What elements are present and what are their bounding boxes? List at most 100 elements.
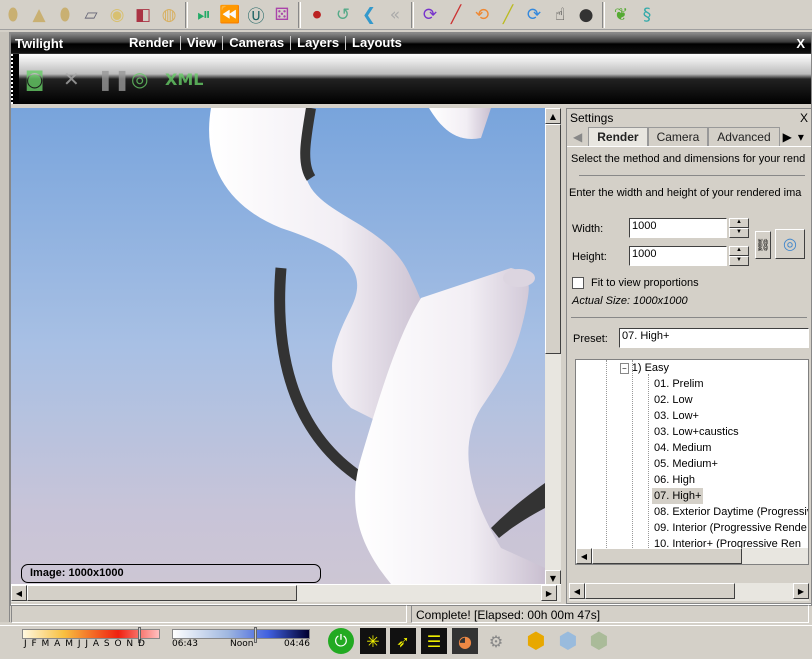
height-spinner[interactable]: ▲ ▼: [729, 246, 749, 266]
gear-icon[interactable]: ⚙: [483, 628, 509, 654]
menu-render[interactable]: Render: [123, 36, 181, 50]
line-icon[interactable]: ╱: [443, 2, 469, 28]
preset-tree: − 1) Easy 01. Prelim 02. Low 03. Low+ 03. L…: [575, 359, 809, 565]
pencil-icon[interactable]: ╱: [495, 2, 521, 28]
tab-scroll-right-icon[interactable]: ▶: [780, 128, 795, 146]
render-icon[interactable]: ⚄: [269, 2, 295, 28]
tab-scroll-left-icon[interactable]: ◀: [567, 128, 588, 146]
circle-icon[interactable]: ●: [573, 2, 599, 28]
viewport-horizontal-scrollbar[interactable]: ◀ ▶: [11, 584, 561, 602]
preset-tree-item[interactable]: 08. Exterior Daytime (Progressive: [652, 504, 808, 520]
plane-icon[interactable]: ▱: [78, 2, 104, 28]
preset-label: Preset:: [573, 333, 608, 345]
preset-input[interactable]: 07. High+: [619, 328, 809, 348]
tree-horizontal-scrollbar[interactable]: ◀: [576, 548, 808, 564]
preset-tree-item[interactable]: 04. Medium: [652, 440, 713, 456]
view-yellow-icon[interactable]: ⬢: [523, 628, 549, 654]
cone-icon[interactable]: ▲: [26, 2, 52, 28]
fit-proportions-label: Fit to view proportions: [591, 277, 699, 289]
preset-tree-item[interactable]: 03. Low+: [652, 408, 701, 424]
status-text: Complete! [Elapsed: 00h 00m 47s]: [411, 605, 809, 623]
menu-layouts[interactable]: Layouts: [346, 36, 408, 50]
power-icon[interactable]: ⏻: [328, 628, 354, 654]
preset-tree-item[interactable]: 03. Low+caustics: [652, 424, 741, 440]
sphere-icon[interactable]: ◍: [156, 2, 182, 28]
rewind-icon[interactable]: ⏪: [217, 2, 243, 28]
width-input[interactable]: 1000: [629, 218, 727, 238]
preset-tree-item[interactable]: 02. Low: [652, 392, 695, 408]
align-light-icon[interactable]: ☰: [421, 628, 447, 654]
time-start: 06:43: [172, 639, 198, 649]
settings-panel: Settings X ◀ Render Camera Advanced ▶ ▾ S…: [566, 108, 812, 604]
cube-icon[interactable]: ◧: [130, 2, 156, 28]
settings-horizontal-scrollbar[interactable]: ◀ ▶: [569, 583, 809, 601]
preset-tree-item[interactable]: 05. Medium+: [652, 456, 720, 472]
height-label: Height:: [572, 251, 607, 263]
camera-icon[interactable]: ◙: [25, 67, 44, 91]
refresh-icon[interactable]: ⟳: [521, 2, 547, 28]
rotate-icon[interactable]: ⟳: [417, 2, 443, 28]
time-slider[interactable]: [172, 629, 310, 639]
settings-tabs: ◀ Render Camera Advanced ▶ ▾: [567, 127, 811, 147]
plant-icon[interactable]: ❦: [608, 2, 634, 28]
xml-button[interactable]: XML: [165, 70, 203, 89]
time-end: 04:46: [284, 639, 310, 649]
tab-advanced[interactable]: Advanced: [708, 127, 780, 146]
main-toolbar: ⬮ ▲ ⬮ ▱ ◉ ◧ ◍ ⏯ ⏪ Ⓤ ⚄ ⏺ ↺ ❮ «⟳ ╱ ⟲ ╱ ⟳ ☝ ● ❦ §: [0, 0, 812, 30]
grip-handle[interactable]: [11, 54, 19, 104]
zoom-fit-icon[interactable]: ◎: [775, 229, 805, 259]
menu-layers[interactable]: Layers: [291, 36, 347, 50]
capsule-icon[interactable]: ⬮: [52, 2, 78, 28]
dimensions-description: Enter the width and height of your rende…: [569, 187, 802, 199]
hand-icon[interactable]: ☝: [547, 2, 573, 28]
height-input[interactable]: 1000: [629, 246, 727, 266]
left-strip: [0, 32, 10, 622]
menu-cameras[interactable]: Cameras: [223, 36, 292, 50]
window-title: Twilight: [15, 35, 64, 51]
tree-group-easy[interactable]: − 1) Easy: [620, 362, 669, 374]
viewport-vertical-scrollbar[interactable]: ▲ ▼: [545, 108, 561, 586]
menu-view[interactable]: View: [181, 36, 224, 50]
record-icon[interactable]: ⏺: [304, 2, 330, 28]
link-dimensions-icon[interactable]: ⛓: [755, 231, 771, 259]
undo-icon[interactable]: ↺: [330, 2, 356, 28]
cancel-icon[interactable]: ✕: [63, 67, 80, 91]
icon-bar: ◙ ✕ ❚❚ ◎ XML: [11, 53, 811, 104]
view-green-icon[interactable]: ⬢: [586, 628, 612, 654]
method-description: Select the method and dimensions for you…: [571, 153, 806, 165]
play-pause-icon[interactable]: ⏯: [191, 2, 217, 28]
tab-render[interactable]: Render: [588, 127, 648, 146]
color-picker-icon[interactable]: ◕: [452, 628, 478, 654]
close-button[interactable]: X: [796, 36, 811, 51]
settings-title: Settings: [570, 111, 614, 125]
month-labels: J F M A M J J A S O N D: [24, 639, 146, 649]
tab-camera[interactable]: Camera: [647, 127, 709, 146]
light-icon[interactable]: ✳: [360, 628, 386, 654]
preset-tree-item[interactable]: 07. High+: [652, 488, 704, 504]
time-mid: Noon: [230, 639, 254, 649]
view-blue-icon[interactable]: ⬢: [555, 628, 581, 654]
ui-icon[interactable]: Ⓤ: [243, 2, 269, 28]
tool-icon[interactable]: §: [634, 2, 660, 28]
settings-close-button[interactable]: X: [800, 111, 808, 125]
torus-icon[interactable]: ◉: [104, 2, 130, 28]
width-spinner[interactable]: ▲ ▼: [729, 218, 749, 238]
preset-tree-item[interactable]: 09. Interior (Progressive Rende: [652, 520, 808, 536]
fit-proportions-checkbox[interactable]: [572, 277, 584, 289]
rendered-image: [209, 108, 545, 584]
twilight-window: Twilight Render View Cameras Layers Layo…: [10, 32, 812, 623]
preset-tree-item[interactable]: 01. Prelim: [652, 376, 706, 392]
width-label: Width:: [572, 223, 604, 235]
cylinder-icon[interactable]: ⬮: [0, 2, 26, 28]
image-size-label: Image: 1000x1000: [21, 564, 321, 583]
target-icon[interactable]: ◎: [131, 67, 148, 91]
rotate-orange-icon[interactable]: ⟲: [469, 2, 495, 28]
tab-menu-icon[interactable]: ▾: [795, 128, 807, 146]
cursor-light-icon[interactable]: ➶: [390, 628, 416, 654]
pause-icon[interactable]: ❚❚: [97, 67, 131, 91]
back-icon[interactable]: ❮: [356, 2, 382, 28]
render-viewport[interactable]: [11, 108, 545, 584]
time-slider-thumb[interactable]: [254, 627, 257, 643]
back-double-icon[interactable]: «: [382, 2, 408, 28]
preset-tree-item[interactable]: 06. High: [652, 472, 697, 488]
